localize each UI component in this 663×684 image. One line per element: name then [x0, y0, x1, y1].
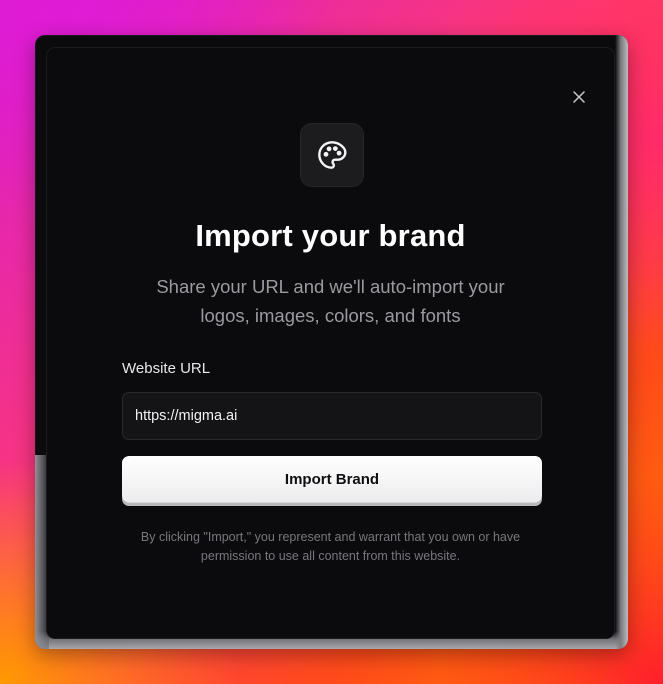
website-url-input[interactable]: [122, 392, 542, 440]
website-url-label: Website URL: [122, 360, 211, 377]
disclaimer-text: By clicking "Import," you represent and …: [140, 530, 521, 563]
close-icon: [573, 91, 585, 103]
close-button[interactable]: [568, 86, 590, 108]
modal-subtitle: Share your URL and we'll auto-import you…: [156, 276, 505, 326]
palette-icon: [318, 141, 347, 169]
import-brand-modal: Import your brand Share your URL and we'…: [46, 47, 615, 639]
modal-title: Import your brand: [195, 218, 466, 253]
window-frame: Import your brand Share your URL and we'…: [35, 35, 628, 649]
brand-icon-container: [300, 123, 364, 187]
import-brand-button[interactable]: Import Brand: [122, 456, 542, 503]
